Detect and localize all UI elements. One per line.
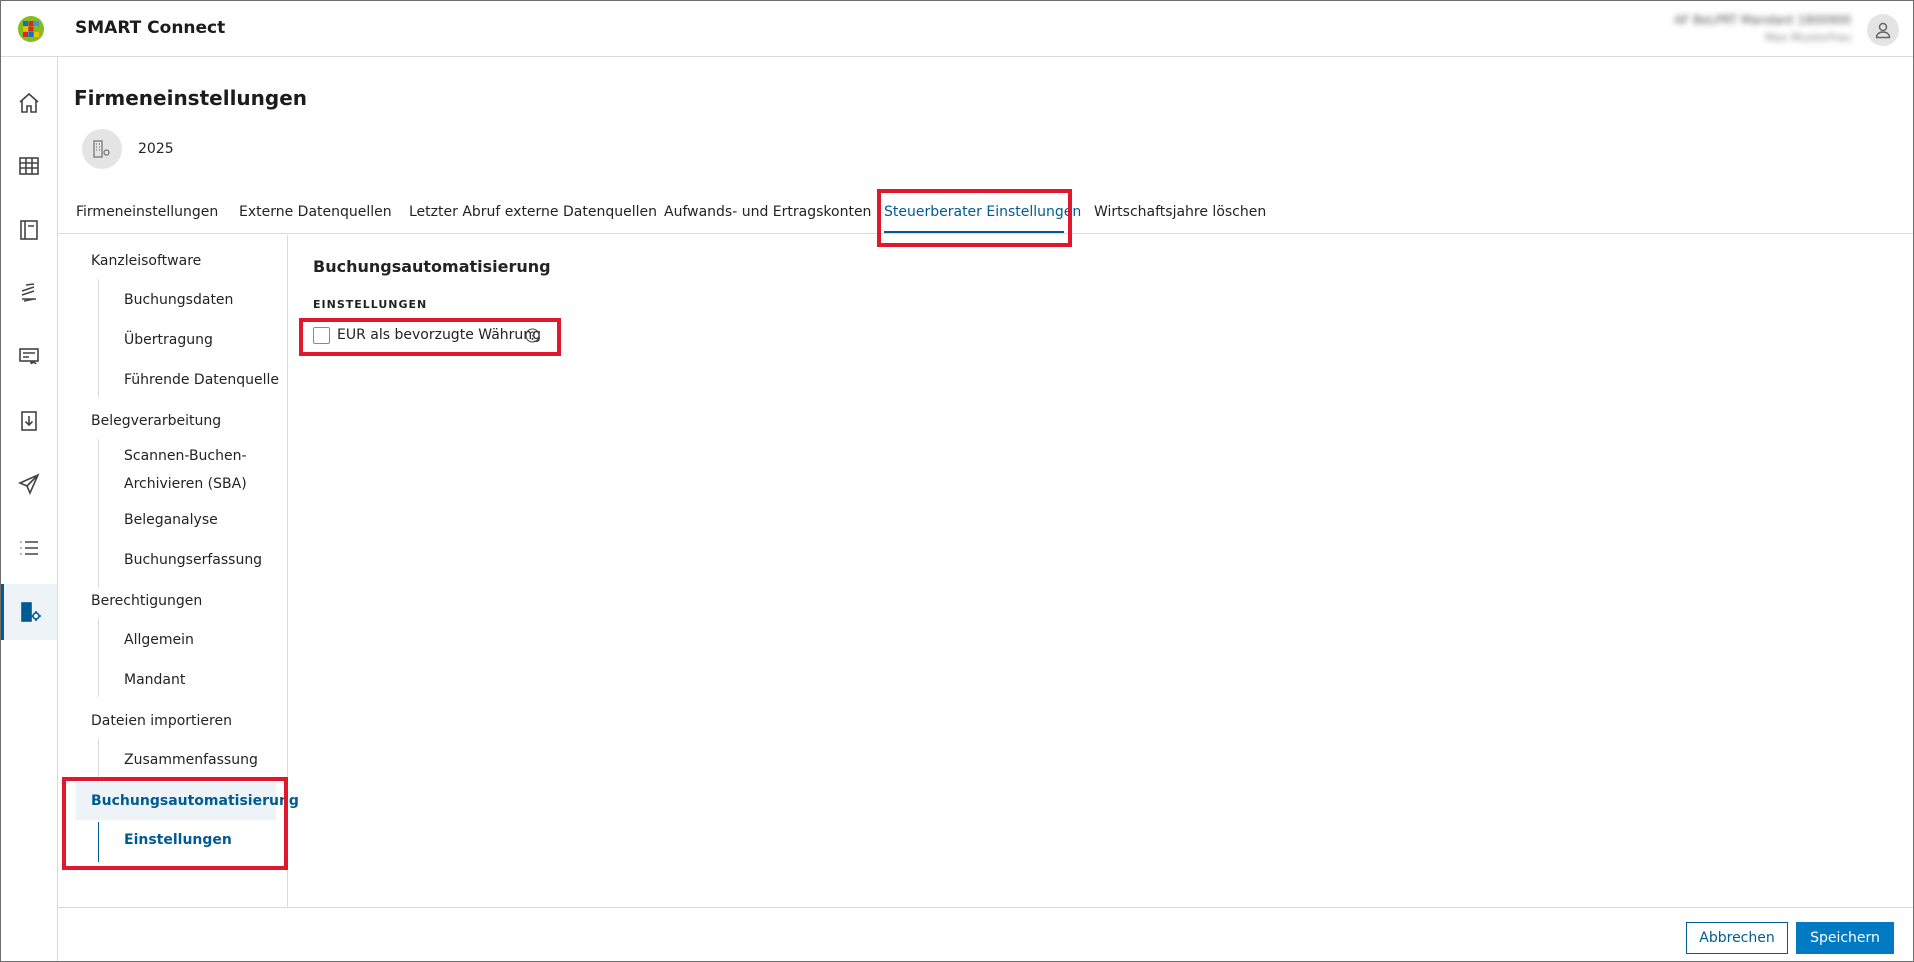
user-icon	[1875, 22, 1891, 39]
table-icon	[19, 157, 39, 175]
help-icon[interactable]	[525, 328, 540, 343]
nav-item-fuehrende-datenquelle[interactable]: Führende Datenquelle	[124, 366, 279, 394]
active-tab-indicator	[884, 231, 1064, 233]
nav-divider	[98, 439, 99, 587]
rail-item-list[interactable]	[1, 520, 57, 576]
settings-nav: Kanzleisoftware Buchungsdaten Übertragun…	[58, 235, 299, 908]
settings-subheading: EINSTELLUNGEN	[313, 298, 428, 311]
user-avatar-button[interactable]	[1867, 14, 1899, 46]
tab-bar: Firmeneinstellungen Externe Datenquellen…	[58, 192, 1913, 234]
nav-group-belegverarbeitung[interactable]: Belegverarbeitung	[91, 413, 221, 429]
app-logo-icon	[18, 16, 44, 42]
nav-divider	[98, 739, 99, 777]
cancel-button[interactable]: Abbrechen	[1686, 922, 1788, 954]
app-title: SMART Connect	[75, 18, 226, 38]
rail-item-invoice[interactable]	[1, 329, 57, 385]
nav-group-berechtigungen[interactable]: Berechtigungen	[91, 593, 202, 609]
nav-item-einstellungen[interactable]: Einstellungen	[124, 826, 232, 854]
nav-group-kanzleisoftware[interactable]: Kanzleisoftware	[91, 253, 201, 269]
coins-icon	[21, 283, 36, 302]
footer-bar: Abbrechen Speichern	[58, 907, 1913, 961]
rail-item-download[interactable]	[1, 393, 57, 449]
eur-preferred-currency-checkbox[interactable]	[313, 327, 330, 344]
download-icon	[21, 411, 37, 431]
nav-item-beleganalyse[interactable]: Beleganalyse	[124, 506, 218, 534]
tab-firmeneinstellungen[interactable]: Firmeneinstellungen	[76, 204, 218, 220]
tab-letzter-abruf[interactable]: Letzter Abruf externe Datenquellen	[409, 204, 657, 220]
user-subtitle: Max Musterfrau	[1764, 31, 1851, 44]
rail-item-send[interactable]	[1, 456, 57, 512]
rail-item-coins[interactable]	[1, 265, 57, 321]
send-icon	[18, 473, 40, 495]
nav-item-buchungsdaten[interactable]: Buchungsdaten	[124, 286, 233, 314]
invoice-icon	[19, 348, 39, 365]
home-icon	[19, 92, 39, 113]
company-avatar	[82, 129, 122, 169]
section-title: Buchungsautomatisierung	[313, 257, 551, 276]
nav-group-buchungsautomatisierung[interactable]: Buchungsautomatisierung	[91, 793, 299, 809]
nav-item-uebertragung[interactable]: Übertragung	[124, 326, 213, 354]
nav-divider	[98, 279, 99, 397]
nav-item-sba-line1[interactable]: Scannen-Buchen-	[124, 442, 247, 470]
nav-group-dateien-importieren[interactable]: Dateien importieren	[91, 713, 232, 729]
page-title: Firmeneinstellungen	[74, 86, 308, 110]
rail-item-company-settings[interactable]	[1, 584, 57, 640]
company-settings-icon	[93, 140, 110, 158]
nav-item-buchungserfassung[interactable]: Buchungserfassung	[124, 546, 262, 574]
nav-item-sba-line2[interactable]: Archivieren (SBA)	[124, 470, 247, 498]
tab-steuerberater-einstellungen[interactable]: Steuerberater Einstellungen	[884, 204, 1081, 220]
book-icon	[20, 220, 38, 240]
tab-aufwands-ertragskonten[interactable]: Aufwands- und Ertragskonten	[664, 204, 871, 220]
nav-item-zusammenfassung[interactable]: Zusammenfassung	[124, 746, 258, 774]
top-bar: SMART Connect AF BeLPRT Mandant 1800900 …	[1, 1, 1913, 57]
user-name[interactable]: AF BeLPRT Mandant 1800900	[1674, 13, 1851, 27]
nav-item-allgemein[interactable]: Allgemein	[124, 626, 194, 654]
rail-item-book[interactable]	[1, 202, 57, 258]
rail-item-home[interactable]	[1, 75, 57, 131]
company-settings-icon	[20, 602, 41, 622]
tab-externe-datenquellen[interactable]: Externe Datenquellen	[239, 204, 392, 220]
nav-active-indicator	[98, 822, 99, 862]
tab-wirtschaftsjahre-loeschen[interactable]: Wirtschaftsjahre löschen	[1094, 204, 1266, 220]
left-rail	[1, 57, 58, 961]
eur-preferred-currency-label[interactable]: EUR als bevorzugte Währung	[337, 327, 541, 343]
nav-divider	[98, 619, 99, 697]
nav-item-mandant[interactable]: Mandant	[124, 666, 185, 694]
company-year: 2025	[138, 141, 174, 157]
list-icon	[20, 541, 38, 555]
save-button[interactable]: Speichern	[1796, 922, 1894, 954]
rail-item-table[interactable]	[1, 138, 57, 194]
